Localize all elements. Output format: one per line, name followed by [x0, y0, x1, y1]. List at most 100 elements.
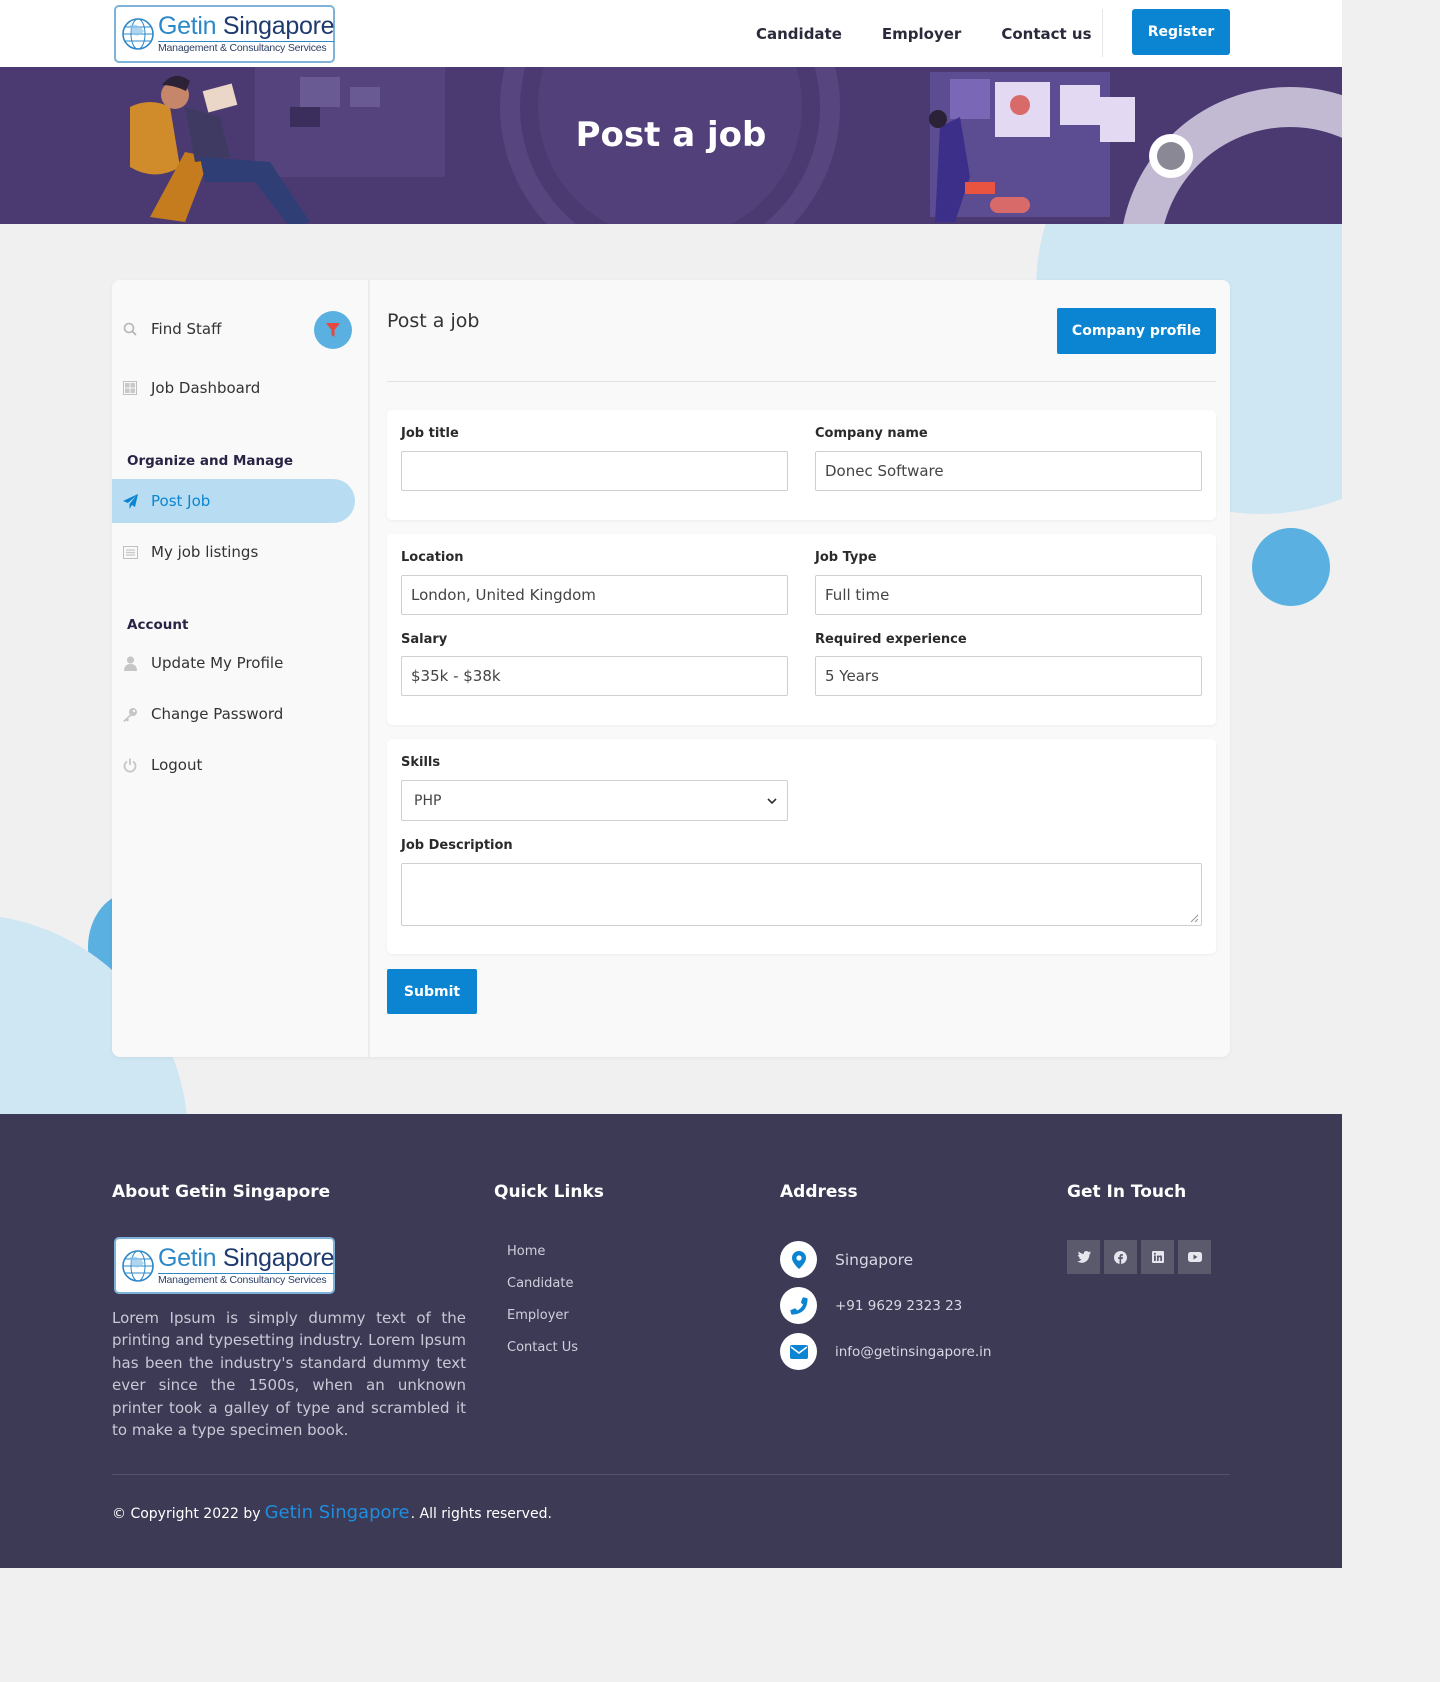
sidebar-item-label: Post Job — [151, 492, 211, 510]
envelope-icon — [780, 1333, 817, 1370]
footer-address-phone: +91 9629 2323 23 — [780, 1287, 962, 1324]
skills-select[interactable]: PHP — [401, 780, 788, 821]
logo-brand-text: Getin Singapore — [158, 1243, 335, 1272]
nav-link-candidate[interactable]: Candidate — [756, 25, 842, 43]
form-panel-basic: Job title Company name — [387, 410, 1216, 520]
main-nav: Candidate Employer Contact us — [756, 0, 1092, 67]
form-panel-skills: Skills PHP Job Description — [387, 739, 1216, 954]
submit-button[interactable]: Submit — [387, 969, 477, 1014]
address-email-text[interactable]: info@getinsingapore.in — [835, 1344, 991, 1360]
logo-tagline: Management & Consultancy Services — [158, 41, 335, 54]
footer-about-text: Lorem Ipsum is simply dummy text of the … — [112, 1309, 466, 1440]
footer-about-heading: About Getin Singapore — [112, 1182, 331, 1202]
footer-link-home[interactable]: Home — [507, 1244, 578, 1276]
footer-quick-links-heading: Quick Links — [494, 1182, 604, 1202]
job-title-label: Job title — [401, 426, 459, 441]
key-icon — [122, 706, 138, 722]
sidebar-item-my-job-listings[interactable]: My job listings — [112, 530, 355, 574]
filter-button[interactable] — [314, 311, 352, 349]
phone-icon — [780, 1287, 817, 1324]
power-icon — [122, 757, 138, 773]
register-button[interactable]: Register — [1132, 9, 1230, 55]
site-logo[interactable]: Getin Singapore Management & Consultancy… — [114, 5, 335, 63]
youtube-icon[interactable] — [1178, 1240, 1211, 1274]
footer-divider — [112, 1474, 1230, 1475]
copyright-prefix: © Copyright 2022 by — [112, 1506, 261, 1522]
job-description-textarea[interactable] — [401, 863, 1202, 926]
experience-label: Required experience — [815, 632, 967, 647]
footer-logo[interactable]: Getin Singapore Management & Consultancy… — [114, 1237, 335, 1294]
decor-dot-right — [1252, 528, 1330, 606]
sidebar-item-logout[interactable]: Logout — [112, 743, 355, 787]
paper-plane-icon — [122, 493, 138, 509]
footer-get-in-touch-heading: Get In Touch — [1067, 1182, 1187, 1202]
user-icon — [122, 655, 138, 671]
sidebar-item-label: Logout — [151, 756, 203, 774]
salary-label: Salary — [401, 632, 448, 647]
copyright: © Copyright 2022 by Getin Singapore . Al… — [112, 1502, 552, 1523]
search-icon — [122, 321, 138, 337]
map-pin-icon — [780, 1241, 817, 1278]
footer-address-email: info@getinsingapore.in — [780, 1333, 991, 1370]
job-description-label: Job Description — [401, 838, 513, 853]
sidebar-item-label: Change Password — [151, 705, 284, 723]
skills-selected-value: PHP — [414, 792, 442, 809]
footer-quick-links: Home Candidate Employer Contact Us — [507, 1244, 578, 1372]
chevron-down-icon — [767, 797, 777, 804]
footer-link-candidate[interactable]: Candidate — [507, 1276, 578, 1308]
salary-input[interactable] — [401, 656, 788, 696]
top-navbar: Getin Singapore Management & Consultancy… — [0, 0, 1342, 67]
linkedin-icon[interactable] — [1141, 1240, 1174, 1274]
job-type-label: Job Type — [815, 550, 877, 565]
nav-link-employer[interactable]: Employer — [882, 25, 961, 43]
footer-address-location: Singapore — [780, 1241, 913, 1278]
company-profile-button[interactable]: Company profile — [1057, 308, 1216, 354]
resize-grip-icon[interactable] — [1190, 914, 1199, 923]
footer-address-heading: Address — [780, 1182, 858, 1202]
content-area: Find Staff Job Dashboard Organize and Ma… — [0, 224, 1342, 1114]
sidebar-item-change-password[interactable]: Change Password — [112, 692, 355, 736]
page-banner: Post a job — [0, 67, 1342, 224]
location-label: Location — [401, 550, 464, 565]
job-type-input[interactable] — [815, 575, 1202, 615]
form-title: Post a job — [387, 310, 480, 332]
globe-logo-icon — [122, 1249, 154, 1282]
company-name-label: Company name — [815, 426, 928, 441]
sidebar-item-label: Job Dashboard — [151, 379, 261, 397]
sidebar-section-account: Account — [127, 617, 189, 633]
dashboard-card: Find Staff Job Dashboard Organize and Ma… — [112, 280, 1230, 1057]
sidebar-item-post-job[interactable]: Post Job — [112, 479, 355, 523]
job-title-input[interactable] — [401, 451, 788, 491]
sidebar-item-label: Find Staff — [151, 320, 222, 338]
footer-link-contact-us[interactable]: Contact Us — [507, 1340, 578, 1372]
sidebar-item-update-profile[interactable]: Update My Profile — [112, 641, 355, 685]
globe-logo-icon — [122, 18, 154, 50]
nav-divider — [1102, 9, 1103, 57]
sidebar-item-label: Update My Profile — [151, 654, 284, 672]
social-links — [1067, 1240, 1215, 1274]
location-input[interactable] — [401, 575, 788, 615]
sidebar-item-job-dashboard[interactable]: Job Dashboard — [112, 366, 355, 410]
copyright-brand-link[interactable]: Getin Singapore — [265, 1502, 410, 1523]
address-location-text: Singapore — [835, 1250, 914, 1269]
footer-link-employer[interactable]: Employer — [507, 1308, 578, 1340]
copyright-suffix: . All rights reserved. — [410, 1506, 552, 1522]
filter-icon — [326, 322, 340, 337]
nav-link-contact-us[interactable]: Contact us — [1001, 25, 1091, 43]
list-icon — [122, 544, 138, 560]
site-footer: About Getin Singapore Quick Links Addres… — [0, 1114, 1342, 1568]
sidebar-item-label: My job listings — [151, 543, 259, 561]
sidebar-section-organize: Organize and Manage — [127, 453, 294, 469]
title-divider — [387, 381, 1216, 382]
skills-label: Skills — [401, 755, 441, 770]
form-panel-details: Location Job Type Salary Required experi… — [387, 534, 1216, 725]
sidebar: Find Staff Job Dashboard Organize and Ma… — [112, 280, 370, 1057]
facebook-icon[interactable] — [1104, 1240, 1137, 1274]
company-name-input[interactable] — [815, 451, 1202, 491]
page-title: Post a job — [575, 115, 767, 155]
logo-tagline: Management & Consultancy Services — [158, 1272, 335, 1286]
dashboard-icon — [122, 380, 138, 396]
address-phone-text[interactable]: +91 9629 2323 23 — [835, 1298, 962, 1314]
twitter-icon[interactable] — [1067, 1240, 1100, 1274]
experience-input[interactable] — [815, 656, 1202, 696]
